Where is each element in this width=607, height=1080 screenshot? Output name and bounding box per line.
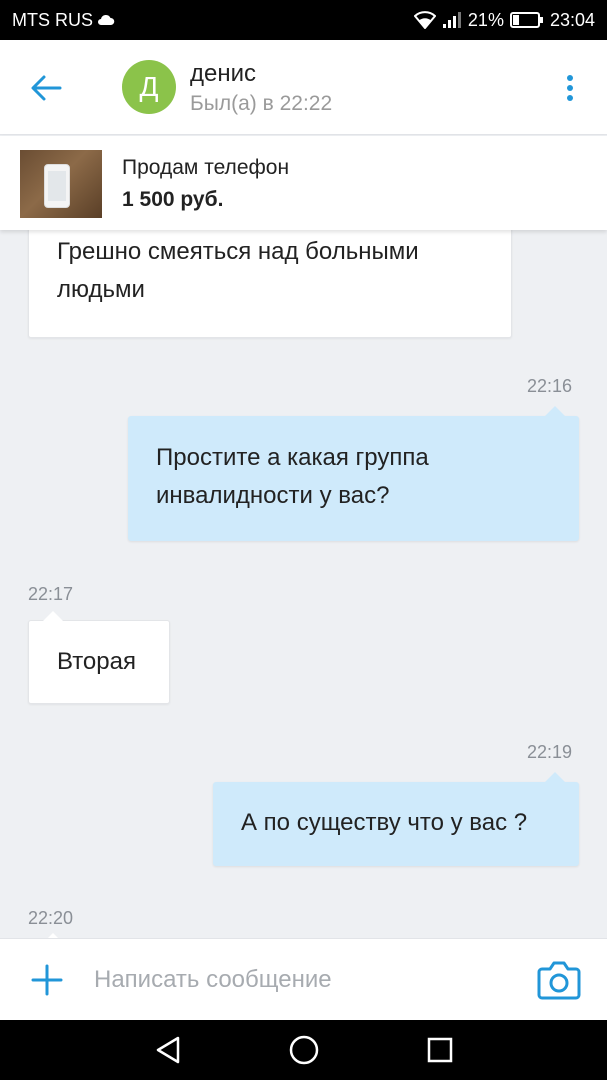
listing-thumbnail bbox=[20, 150, 102, 218]
message-incoming[interactable]: Вторая bbox=[28, 611, 170, 704]
chat-header: Д денис Был(а) в 22:22 bbox=[0, 40, 607, 135]
clock: 23:04 bbox=[549, 9, 595, 30]
message-text-line: инвалидности у вас? bbox=[156, 482, 390, 509]
camera-icon bbox=[537, 961, 581, 1000]
battery-icon bbox=[509, 12, 544, 28]
message-time: 22:16 bbox=[527, 376, 573, 396]
listing-price: 1 500 руб. bbox=[122, 188, 224, 211]
message-text-line: Грешно смеяться над больными bbox=[57, 238, 419, 265]
dot-icon bbox=[567, 95, 573, 101]
phone-image bbox=[44, 164, 70, 208]
message-text-line: людьми bbox=[57, 276, 145, 303]
chat-screen: MTS RUS 21% 23:04 Д денис Был(а) в 22:22… bbox=[0, 0, 607, 1080]
nav-back-button[interactable] bbox=[151, 1033, 185, 1067]
dot-icon bbox=[567, 85, 573, 91]
recents-square-icon bbox=[427, 1037, 452, 1063]
back-button[interactable] bbox=[26, 70, 66, 106]
message-input[interactable] bbox=[94, 959, 514, 1001]
listing-card[interactable]: Продам телефон 1 500 руб. bbox=[0, 136, 607, 230]
plus-icon bbox=[31, 964, 63, 996]
message-outgoing[interactable]: А по существу что у вас ? bbox=[213, 772, 579, 866]
carrier-label: MTS RUS bbox=[12, 9, 93, 30]
avatar[interactable]: Д bbox=[122, 60, 176, 114]
more-menu-button[interactable] bbox=[556, 70, 584, 106]
cloud-icon bbox=[97, 14, 115, 26]
message-outgoing[interactable]: Простите а какая группа инвалидности у в… bbox=[128, 406, 579, 541]
status-bar-left: MTS RUS bbox=[12, 10, 115, 31]
message-list[interactable]: Грешно смеяться над больными людьми 22:1… bbox=[0, 230, 607, 938]
status-bar-right: 21% 23:04 bbox=[413, 9, 595, 31]
message-text-line: Простите а какая группа bbox=[156, 444, 429, 471]
system-nav-bar bbox=[0, 1020, 607, 1080]
contact-last-seen: Был(а) в 22:22 bbox=[190, 92, 333, 115]
listing-title: Продам телефон bbox=[122, 156, 290, 179]
arrow-left-icon bbox=[31, 75, 62, 101]
message-time: 22:20 bbox=[28, 908, 74, 928]
back-triangle-icon bbox=[156, 1036, 179, 1064]
status-bar: MTS RUS 21% 23:04 bbox=[0, 0, 607, 40]
wifi-icon bbox=[413, 11, 436, 29]
dot-icon bbox=[567, 75, 573, 81]
composer-bar bbox=[0, 938, 607, 1020]
battery-percent: 21% bbox=[467, 9, 504, 30]
message-incoming[interactable]: Грешно смеяться над больными людьми bbox=[28, 230, 512, 338]
message-time: 22:19 bbox=[527, 742, 573, 762]
home-circle-icon bbox=[289, 1035, 318, 1065]
attach-button[interactable] bbox=[28, 961, 66, 999]
nav-home-button[interactable] bbox=[287, 1033, 321, 1067]
camera-button[interactable] bbox=[536, 959, 582, 1001]
nav-recents-button[interactable] bbox=[423, 1033, 457, 1067]
message-text-line: Вторая bbox=[57, 648, 136, 675]
signal-icon bbox=[442, 11, 462, 29]
message-time: 22:17 bbox=[28, 584, 74, 604]
message-text-line: А по существу что у вас ? bbox=[241, 809, 528, 836]
contact-name[interactable]: денис bbox=[190, 60, 256, 88]
avatar-letter: Д bbox=[139, 71, 159, 102]
